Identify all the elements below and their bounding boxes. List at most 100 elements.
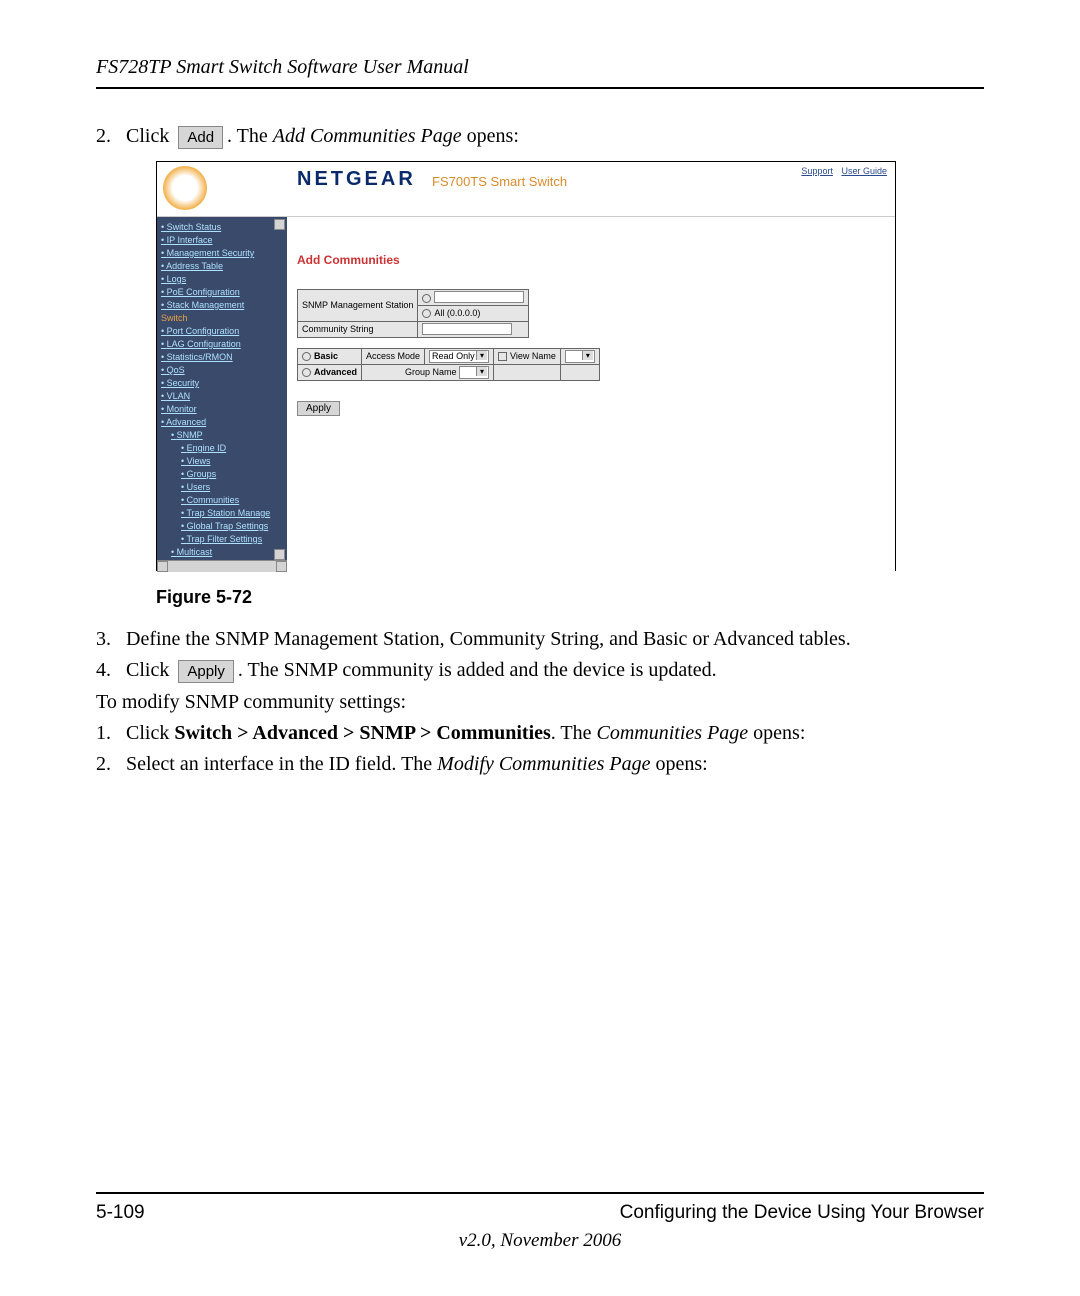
nav-users[interactable]: Users xyxy=(161,481,283,494)
screenshot: NETGEAR FS700TS Smart Switch Support Use… xyxy=(156,161,896,571)
steps-mid: 3. Define the SNMP Management Station, C… xyxy=(96,628,984,683)
lbl-community-string: Community String xyxy=(298,321,418,337)
step-text: Select an interface in the ID field. The… xyxy=(126,753,708,775)
nav-lag-cfg[interactable]: LAG Configuration xyxy=(161,338,283,351)
radio-station-all[interactable] xyxy=(422,309,431,318)
step-3: 3. Define the SNMP Management Station, C… xyxy=(126,628,984,651)
footer-section: Configuring the Device Using Your Browse… xyxy=(620,1202,984,1224)
nav-views[interactable]: Views xyxy=(161,455,283,468)
scroll-left-icon[interactable] xyxy=(157,561,168,572)
radio-all-label: All (0.0.0.0) xyxy=(434,308,480,318)
scroll-up-icon[interactable] xyxy=(274,219,285,230)
nav-vlan[interactable]: VLAN xyxy=(161,390,283,403)
user-guide-link[interactable]: User Guide xyxy=(841,166,887,176)
station-ip-input[interactable] xyxy=(434,291,524,303)
product-name: FS700TS Smart Switch xyxy=(432,174,567,189)
nav-mgmt-security[interactable]: Management Security xyxy=(161,247,283,260)
header-rule xyxy=(96,87,984,89)
view-name-select[interactable] xyxy=(565,350,595,363)
nav-switch-head: Switch xyxy=(161,312,283,325)
radio-basic-label: Basic xyxy=(314,351,338,361)
lbl-group-name: Group Name xyxy=(405,367,457,377)
brand-text: NETGEAR xyxy=(297,168,416,191)
step-text: Click Add. The Add Communities Page open… xyxy=(126,125,519,149)
support-link[interactable]: Support xyxy=(801,166,833,176)
t: . The SNMP community is added and the de… xyxy=(238,659,717,681)
step-number: 1. xyxy=(96,722,120,745)
footer-rule xyxy=(96,1192,984,1194)
nav-ip-interface[interactable]: IP Interface xyxy=(161,234,283,247)
step-text: Define the SNMP Management Station, Comm… xyxy=(126,628,851,650)
t: opens: xyxy=(748,722,805,744)
access-mode-select[interactable]: Read Only xyxy=(429,350,489,363)
nav-engine-id[interactable]: Engine ID xyxy=(161,442,283,455)
nav-switch-status[interactable]: Switch Status xyxy=(161,221,283,234)
nav-port-cfg[interactable]: Port Configuration xyxy=(161,325,283,338)
view-name-label: View Name xyxy=(510,351,556,361)
radio-station-ip[interactable] xyxy=(422,294,431,303)
t: Communities Page xyxy=(597,722,749,744)
group-name-select[interactable] xyxy=(459,366,489,379)
scroll-down-icon[interactable] xyxy=(274,549,285,560)
t: . The xyxy=(551,722,597,744)
nav-snmp[interactable]: SNMP xyxy=(161,429,283,442)
nav-poe[interactable]: PoE Configuration xyxy=(161,286,283,299)
nav-stats-rmon[interactable]: Statistics/RMON xyxy=(161,351,283,364)
t: Add Communities Page xyxy=(273,125,462,147)
t: Switch > Advanced > SNMP > Communities xyxy=(174,722,550,744)
screenshot-header: NETGEAR FS700TS Smart Switch Support Use… xyxy=(157,162,895,217)
radio-basic[interactable] xyxy=(302,352,311,361)
t: opens: xyxy=(462,125,519,147)
lbl-snmp-station: SNMP Management Station xyxy=(298,289,418,321)
hscroll-bar[interactable] xyxy=(157,560,287,572)
nav-multicast[interactable]: Multicast xyxy=(161,546,283,559)
scroll-right-icon[interactable] xyxy=(276,561,287,572)
footer-version: v2.0, November 2006 xyxy=(96,1230,984,1252)
radio-advanced-label: Advanced xyxy=(314,367,357,377)
t: Select an interface in the ID field. The xyxy=(126,753,437,775)
screenshot-content: Add Communities SNMP Management Station … xyxy=(287,217,895,572)
netgear-logo-icon xyxy=(163,166,207,210)
form-table-2: Basic Access Mode Read Only View Name Ad… xyxy=(297,348,600,381)
nav-groups[interactable]: Groups xyxy=(161,468,283,481)
steps-bottom: 1. Click Switch > Advanced > SNMP > Comm… xyxy=(96,722,984,776)
figure-wrap: NETGEAR FS700TS Smart Switch Support Use… xyxy=(156,161,984,571)
step-text: Click Apply. The SNMP community is added… xyxy=(126,659,717,681)
nav-communities[interactable]: Communities xyxy=(161,494,283,507)
community-string-input[interactable] xyxy=(422,323,512,335)
nav-qos[interactable]: QoS xyxy=(161,364,283,377)
step-number: 3. xyxy=(96,628,120,651)
step-text: Click Switch > Advanced > SNMP > Communi… xyxy=(126,722,805,744)
t: Modify Communities Page xyxy=(437,753,650,775)
nav-security[interactable]: Security xyxy=(161,377,283,390)
nav-trap-station[interactable]: Trap Station Manage xyxy=(161,507,283,520)
content-title: Add Communities xyxy=(297,253,885,267)
nav-advanced[interactable]: Advanced xyxy=(161,416,283,429)
apply-button-inline: Apply xyxy=(178,660,234,683)
radio-advanced[interactable] xyxy=(302,368,311,377)
t: Click xyxy=(126,659,169,681)
figure-caption: Figure 5-72 xyxy=(156,587,984,608)
nav-sidebar: Switch Status IP Interface Management Se… xyxy=(157,217,287,572)
para-modify: To modify SNMP community settings: xyxy=(96,691,984,714)
t: Click xyxy=(126,722,174,744)
nav-stack[interactable]: Stack Management xyxy=(161,299,283,312)
nav-monitor[interactable]: Monitor xyxy=(161,403,283,416)
view-name-check[interactable] xyxy=(498,352,507,361)
t: . The xyxy=(227,125,273,147)
step-b2: 2. Select an interface in the ID field. … xyxy=(126,753,984,776)
step-number: 2. xyxy=(96,125,126,148)
form-table-1: SNMP Management Station All (0.0.0.0) Co… xyxy=(297,289,529,338)
nav-address-table[interactable]: Address Table xyxy=(161,260,283,273)
doc-header-title: FS728TP Smart Switch Software User Manua… xyxy=(96,56,984,79)
nav-global-trap[interactable]: Global Trap Settings xyxy=(161,520,283,533)
step-number: 4. xyxy=(96,659,120,682)
t: Click xyxy=(126,125,169,147)
add-button-inline: Add xyxy=(178,126,223,149)
step-b1: 1. Click Switch > Advanced > SNMP > Comm… xyxy=(126,722,984,745)
nav-trap-filter[interactable]: Trap Filter Settings xyxy=(161,533,283,546)
apply-button[interactable]: Apply xyxy=(297,401,340,416)
nav-logs[interactable]: Logs xyxy=(161,273,283,286)
lbl-access-mode: Access Mode xyxy=(362,348,425,364)
t: opens: xyxy=(650,753,707,775)
